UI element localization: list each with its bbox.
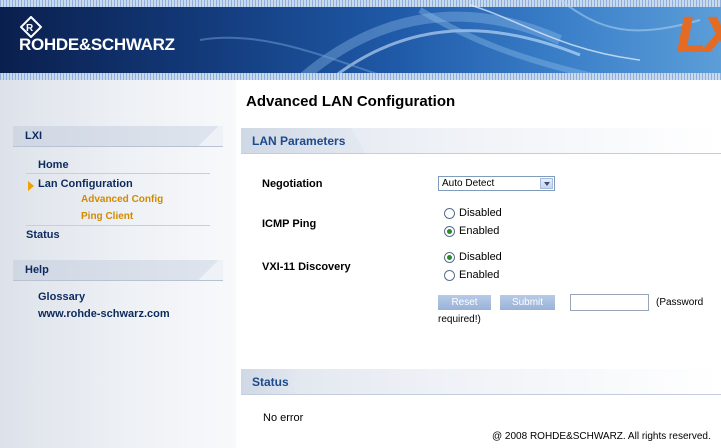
reset-button[interactable]: Reset: [438, 295, 491, 310]
sidebar-item-glossary[interactable]: Glossary: [38, 291, 85, 303]
vxi11-disabled-label: Disabled: [459, 251, 502, 263]
section-header-status: Status: [241, 369, 721, 395]
vxi11-discovery-label: VXI-11 Discovery: [262, 261, 351, 273]
banner-bottom-strip: [0, 73, 721, 80]
svg-text:R: R: [26, 23, 34, 34]
negotiation-select-value: Auto Detect: [442, 178, 495, 189]
section-title-lan-parameters: LAN Parameters: [252, 134, 346, 148]
sidebar-header-help: Help: [13, 260, 223, 281]
sidebar-item-rohde-schwarz-link[interactable]: www.rohde-schwarz.com: [38, 308, 170, 320]
chevron-down-icon[interactable]: [540, 178, 553, 189]
password-input[interactable]: [570, 294, 649, 311]
copyright-footer: @ 2008 ROHDE&SCHWARZ. All rights reserve…: [492, 431, 711, 442]
sidebar-item-lan-configuration[interactable]: Lan Configuration: [38, 178, 133, 190]
section-title-status: Status: [252, 375, 289, 389]
active-arrow-icon: [28, 181, 34, 191]
vxi11-enabled-label: Enabled: [459, 269, 500, 281]
brand-name: ROHDE&SCHWARZ: [19, 35, 175, 54]
status-message: No error: [263, 412, 304, 424]
sidebar-item-home[interactable]: Home: [38, 159, 69, 171]
icmp-ping-enabled-label: Enabled: [459, 225, 500, 237]
icmp-ping-label: ICMP Ping: [262, 218, 317, 230]
sidebar-item-status[interactable]: Status: [26, 229, 60, 241]
icmp-ping-disabled-label: Disabled: [459, 207, 502, 219]
sidebar-divider: [26, 173, 210, 174]
section-header-lan-parameters: LAN Parameters: [241, 128, 721, 154]
lxi-logo: LXI: [676, 8, 721, 64]
sidebar-item-advanced-config[interactable]: Advanced Config: [81, 194, 163, 205]
page-title: Advanced LAN Configuration: [246, 93, 456, 110]
icmp-ping-enabled-radio[interactable]: [444, 226, 455, 237]
negotiation-label: Negotiation: [262, 178, 323, 190]
password-note-continued: required!): [438, 314, 481, 325]
sidebar: LXI Help: [0, 80, 236, 448]
sidebar-divider: [26, 225, 210, 226]
header-banner: R ROHDE&SCHWARZ LXI: [0, 0, 721, 80]
submit-button[interactable]: Submit: [500, 295, 555, 310]
sidebar-header-lxi: LXI: [13, 126, 223, 147]
sidebar-header-lxi-label: LXI: [25, 130, 43, 142]
vxi11-disabled-radio[interactable]: [444, 252, 455, 263]
vxi11-enabled-radio[interactable]: [444, 270, 455, 281]
negotiation-select[interactable]: Auto Detect: [438, 176, 555, 191]
sidebar-header-help-label: Help: [25, 264, 49, 276]
password-note: (Password: [656, 297, 704, 308]
icmp-ping-disabled-radio[interactable]: [444, 208, 455, 219]
sidebar-item-ping-client[interactable]: Ping Client: [81, 211, 133, 222]
